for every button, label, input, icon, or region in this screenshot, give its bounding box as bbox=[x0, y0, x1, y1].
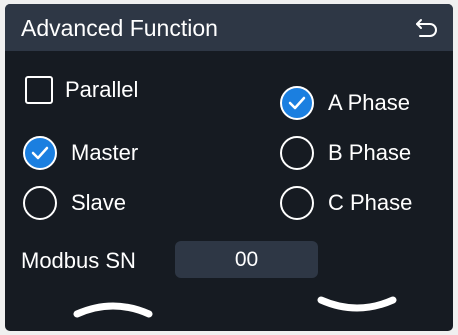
slave-option[interactable]: Slave bbox=[23, 186, 126, 220]
chevron-up-icon[interactable] bbox=[71, 292, 155, 327]
modbus-sn-field[interactable]: 00 bbox=[175, 241, 318, 278]
check-icon bbox=[288, 96, 306, 110]
slave-radio[interactable] bbox=[23, 186, 57, 220]
parallel-checkbox[interactable] bbox=[25, 76, 53, 104]
a-phase-option[interactable]: A Phase bbox=[280, 86, 410, 120]
a-phase-label: A Phase bbox=[328, 90, 410, 115]
a-phase-radio[interactable] bbox=[280, 86, 314, 120]
b-phase-radio[interactable] bbox=[280, 136, 314, 170]
master-label: Master bbox=[71, 140, 139, 165]
c-phase-option[interactable]: C Phase bbox=[280, 186, 412, 220]
c-phase-label: C Phase bbox=[328, 190, 413, 215]
chevron-down-icon[interactable] bbox=[315, 292, 399, 327]
slave-label: Slave bbox=[71, 190, 127, 215]
c-phase-radio[interactable] bbox=[280, 186, 314, 220]
page-title: Advanced Function bbox=[21, 15, 218, 41]
b-phase-option[interactable]: B Phase bbox=[280, 136, 411, 170]
parallel-option[interactable]: Parallel bbox=[25, 76, 138, 104]
b-phase-label: B Phase bbox=[328, 140, 412, 165]
advanced-function-screen: Advanced Function Parallel Master Slave bbox=[5, 4, 453, 331]
return-arrow-icon[interactable] bbox=[415, 16, 439, 38]
parallel-label: Parallel bbox=[65, 77, 139, 102]
modbus-sn-value: 00 bbox=[234, 247, 259, 271]
master-radio[interactable] bbox=[23, 136, 57, 170]
master-option[interactable]: Master bbox=[23, 136, 138, 170]
check-icon bbox=[31, 146, 49, 160]
modbus-sn-label: Modbus SN bbox=[21, 248, 136, 273]
header-bar: Advanced Function bbox=[5, 4, 453, 51]
